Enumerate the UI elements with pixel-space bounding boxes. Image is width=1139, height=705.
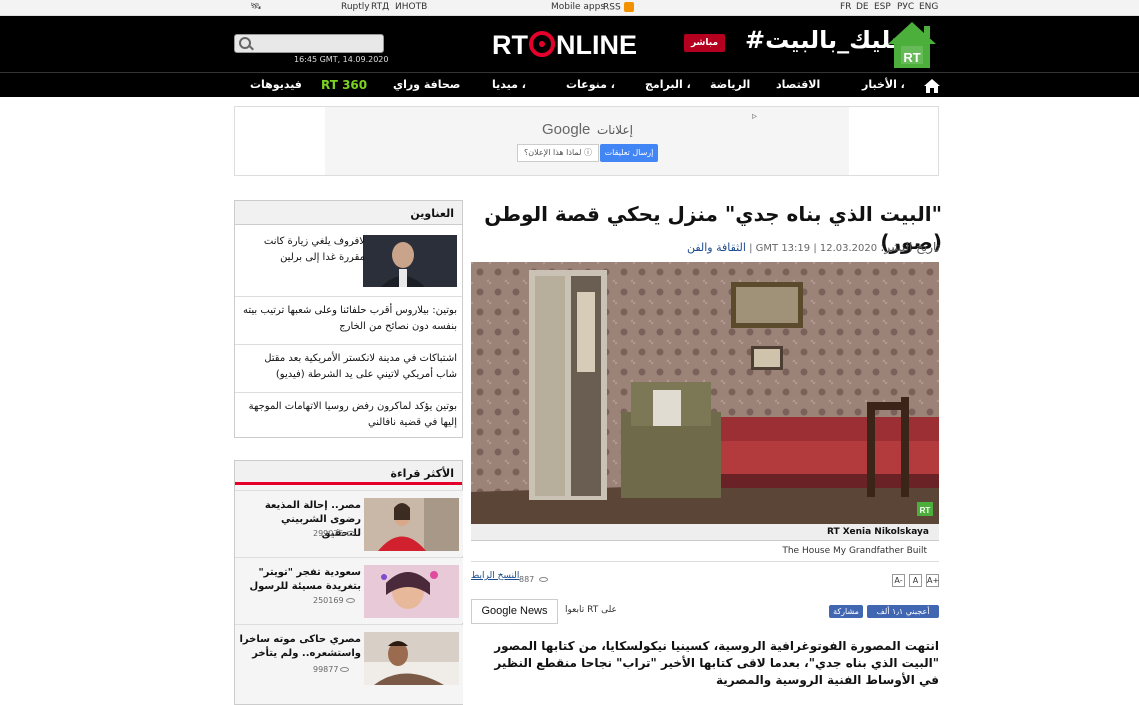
nav-news[interactable]: الأخبار ،	[862, 78, 905, 91]
home-icon[interactable]	[924, 79, 940, 93]
nav-economy[interactable]: الاقتصاد	[776, 78, 820, 91]
nav-press[interactable]: صحافة وراي	[393, 78, 460, 91]
category-link[interactable]: الثقافة والفن	[687, 241, 746, 254]
nav-variety[interactable]: منوعات ،	[566, 78, 615, 91]
lang-fr[interactable]: FR	[840, 2, 851, 12]
header-datetime: 16:45 GMT, 14.09.2020	[294, 55, 389, 64]
font-increase-button[interactable]: A+	[926, 574, 939, 587]
util-link-ruptly[interactable]: Ruptly	[341, 2, 370, 12]
headline-item[interactable]: اشتباكات في مدينة لانكستر الأمريكية بعد …	[235, 344, 463, 392]
send-feedback-button[interactable]: إرسال تعليقات	[600, 144, 658, 162]
article-views: 887	[519, 575, 548, 584]
font-normal-button[interactable]: A	[909, 574, 922, 587]
nav-programs[interactable]: البرامج ،	[645, 78, 691, 91]
lang-rus[interactable]: РУС	[897, 2, 914, 12]
views-count: 99877	[313, 665, 350, 674]
article-thumbnail	[364, 498, 459, 551]
ad-label: إعلانات	[597, 123, 633, 137]
photo-credit: RT Xenia Nikolskaya	[471, 524, 939, 541]
google-wordmark: Google	[542, 121, 591, 138]
lang-de[interactable]: DE	[856, 2, 869, 12]
ad-choices-icon[interactable]: ▹	[752, 111, 757, 122]
article-photo[interactable]: RT	[471, 262, 939, 524]
rt-house-badge: RT	[903, 50, 920, 65]
photo-rt-watermark: RT	[920, 506, 931, 515]
google-news-button[interactable]: Google News	[471, 599, 558, 624]
published-label: تاريخ النشر:	[880, 240, 940, 254]
lavrov-thumbnail	[363, 235, 457, 287]
stay-home-hashtag[interactable]: #خليك_بالبيت	[745, 26, 908, 54]
headlines-title: العناوين	[235, 201, 462, 225]
util-link-rtd[interactable]: RTД	[371, 2, 389, 12]
rss-link[interactable]: RSS	[603, 2, 634, 13]
search-input[interactable]	[234, 34, 384, 53]
headline-item[interactable]: بوتين يؤكد لماكرون رفض روسيا الاتهامات ا…	[235, 392, 463, 438]
most-read-item[interactable]: سعودية تفجر "تويتر" بتغريدة مسيئة للرسول…	[235, 557, 463, 623]
live-button[interactable]: مباشر	[684, 34, 725, 52]
nav-media[interactable]: ميديا ،	[492, 78, 526, 91]
page: 🛰 Ruptly RTД ИНОТВ Mobile apps RSS FR DE…	[0, 0, 1139, 705]
eye-icon	[538, 577, 548, 582]
article-lead: انتهت المصورة الفوتوغرافية الروسية، كسين…	[494, 639, 939, 687]
published-value: 12.03.2020 | GMT 13:19 |	[749, 243, 878, 254]
copy-short-link[interactable]: النسخ الرابط	[471, 571, 519, 581]
follow-rt-label: تابعوا RT على	[565, 605, 617, 615]
headlines-box: العناوين لافروف يلغي زيارة كانت مقررة غد…	[234, 200, 463, 438]
mobile-apps-link[interactable]: Mobile apps	[551, 2, 605, 12]
ad-inner: Google إعلانات إرسال تعليقات لماذا هذا ا…	[325, 107, 849, 175]
nav-rt360[interactable]: RT 360	[321, 78, 367, 92]
logo-circle-icon	[529, 31, 555, 57]
views-count: 250169	[313, 596, 355, 605]
font-decrease-button[interactable]: A-	[892, 574, 905, 587]
rt-online-logo[interactable]: RT NLINE	[492, 30, 637, 61]
site-header: 16:45 GMT, 14.09.2020 RT NLINE مباشر #خلي…	[0, 16, 1139, 72]
main-nav: الأخبار ، الاقتصاد الرياضة البرامج ، منو…	[0, 72, 1139, 97]
lang-eng[interactable]: ENG	[919, 2, 938, 12]
utility-bar: 🛰 Ruptly RTД ИНОТВ Mobile apps RSS FR DE…	[0, 0, 1139, 16]
most-read-item[interactable]: مصري حاكى موته ساخرا واستشعره.. ولم يتأخ…	[235, 624, 463, 704]
lang-esp[interactable]: ESP	[874, 2, 891, 12]
search-icon[interactable]	[239, 37, 251, 49]
rt-house-icon[interactable]: RT	[886, 20, 938, 70]
nav-sports[interactable]: الرياضة	[710, 78, 750, 91]
headline-item[interactable]: لافروف يلغي زيارة كانت مقررة غدا إلى برل…	[235, 226, 463, 296]
article-thumbnail	[364, 565, 459, 618]
facebook-share-button[interactable]: مشاركة	[829, 605, 863, 618]
photo-caption: The House My Grandfather Built	[471, 541, 939, 562]
article-meta: تاريخ النشر: 12.03.2020 | GMT 13:19 | ال…	[472, 240, 940, 254]
most-read-item[interactable]: مصر.. إحالة المذيعة رضوى الشربيني للتحقي…	[235, 490, 463, 556]
rss-icon	[623, 2, 634, 12]
satellite-icon[interactable]: 🛰	[250, 2, 261, 12]
eye-icon	[340, 667, 350, 672]
ad-banner: Google إعلانات إرسال تعليقات لماذا هذا ا…	[234, 106, 939, 176]
headline-item[interactable]: بوتين: بيلاروس أقرب حلفائنا وعلى شعبها ت…	[235, 296, 463, 344]
most-read-box: الأكثر قراءة مصر.. إحالة المذيعة رضوى ال…	[234, 460, 463, 705]
most-read-title: الأكثر قراءة	[235, 461, 462, 485]
eye-icon	[345, 598, 355, 603]
facebook-like-button[interactable]: أعجبني ١٫١ ألف	[867, 605, 939, 618]
nav-videos[interactable]: فيديوهات	[250, 78, 302, 91]
article-thumbnail	[364, 632, 459, 685]
why-this-ad-button[interactable]: لماذا هذا الإعلان؟ ⓘ	[517, 144, 599, 162]
views-count: 299025	[313, 529, 355, 538]
util-link-inotv[interactable]: ИНОТВ	[395, 2, 427, 12]
eye-icon	[345, 531, 355, 536]
